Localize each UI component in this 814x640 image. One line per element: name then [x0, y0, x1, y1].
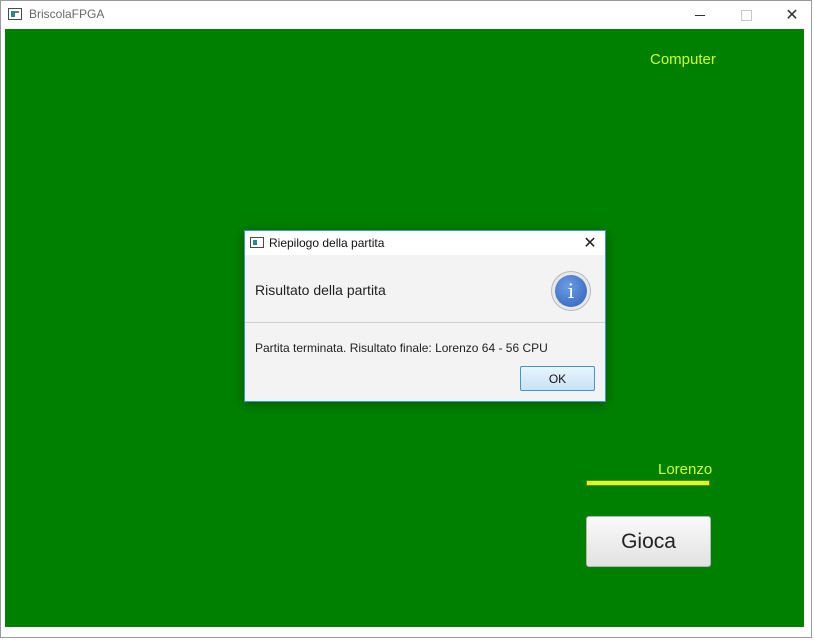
player-indicator-bar	[586, 480, 710, 486]
maximize-icon	[740, 9, 752, 21]
dialog-header: Risultato della partita i	[245, 255, 605, 323]
minimize-button[interactable]	[677, 1, 723, 29]
match-summary-dialog: Riepilogo della partita ✕ Risultato dell…	[244, 230, 606, 402]
ok-button[interactable]: OK	[520, 366, 595, 391]
minimize-icon	[695, 14, 705, 16]
opponent-label: Computer	[650, 51, 716, 68]
dialog-app-icon	[250, 237, 264, 248]
dialog-content-text: Partita terminata. Risultato finale: Lor…	[255, 341, 548, 355]
player-label: Lorenzo	[658, 461, 713, 478]
info-icon: i	[551, 271, 591, 311]
dialog-title: Riepilogo della partita	[269, 236, 385, 250]
app-icon	[8, 8, 22, 20]
window-title: BriscolaFPGA	[29, 7, 105, 21]
dialog-close-button[interactable]: ✕	[575, 231, 605, 255]
title-bar[interactable]: BriscolaFPGA ✕	[1, 1, 811, 29]
dialog-title-bar[interactable]: Riepilogo della partita ✕	[245, 231, 605, 255]
dialog-header-text: Risultato della partita	[255, 282, 386, 298]
info-glyph: i	[555, 275, 587, 307]
maximize-button[interactable]	[723, 1, 769, 29]
close-icon: ✕	[785, 7, 799, 24]
close-button[interactable]: ✕	[769, 1, 814, 29]
close-icon: ✕	[583, 235, 597, 252]
play-button[interactable]: Gioca	[586, 516, 711, 567]
